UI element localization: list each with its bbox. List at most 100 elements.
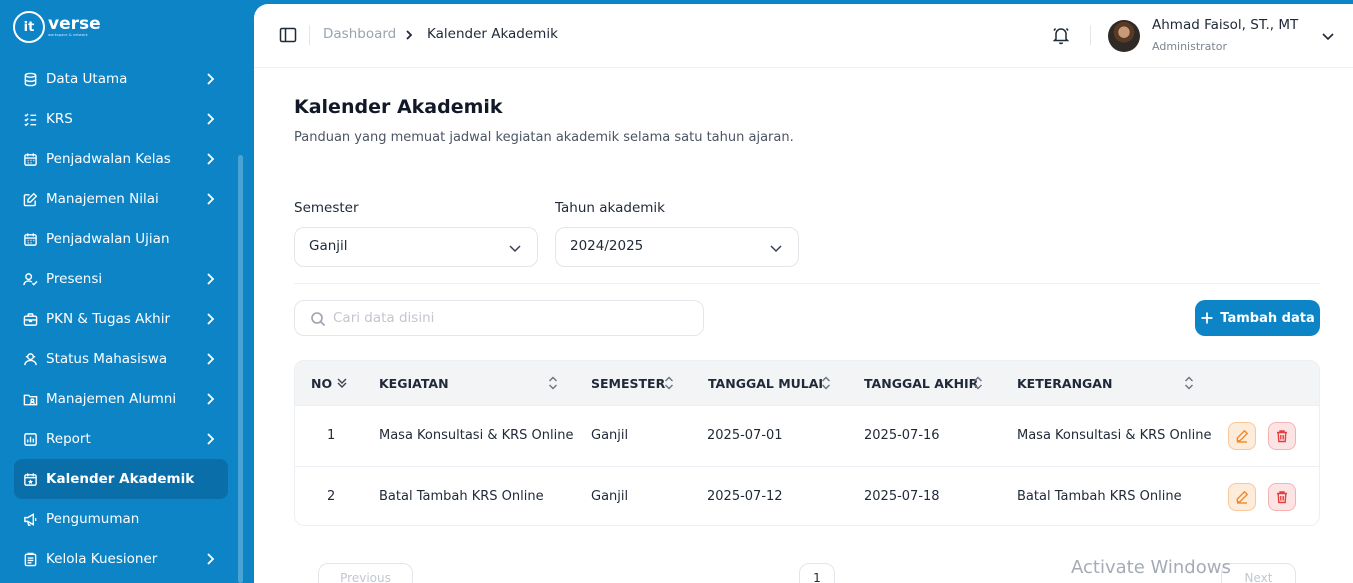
column-header-keterangan[interactable]: KETERANGAN	[1017, 376, 1112, 391]
logo-mark: it	[13, 11, 45, 43]
sidebar-item-label: Data Utama	[46, 71, 128, 87]
sort-icon[interactable]	[547, 376, 559, 390]
cell-semester: Ganjil	[591, 428, 629, 443]
add-data-label: Tambah data	[1220, 310, 1315, 326]
column-header-semester[interactable]: SEMESTER	[591, 376, 665, 391]
search-input[interactable]	[333, 307, 693, 329]
cell-tanggal-akhir: 2025-07-16	[864, 428, 940, 443]
column-header-tanggal-akhir[interactable]: TANGGAL AKHIR	[864, 376, 978, 391]
column-header-no[interactable]: NO	[311, 376, 332, 391]
sidebar-item-pengumuman[interactable]: Pengumuman	[14, 499, 228, 539]
chevron-right-icon	[207, 153, 215, 165]
cell-tanggal-mulai: 2025-07-01	[707, 428, 783, 443]
tahun-akademik-value: 2024/2025	[570, 238, 644, 254]
add-data-button[interactable]: Tambah data	[1195, 300, 1320, 336]
pencil-icon	[1236, 490, 1249, 504]
semester-select[interactable]: Ganjil	[294, 227, 538, 267]
sort-desc-icon[interactable]	[336, 376, 348, 390]
cell-tanggal-mulai: 2025-07-12	[707, 489, 783, 504]
search-box[interactable]	[294, 300, 704, 336]
sidebar-item-data-utama[interactable]: Data Utama	[14, 59, 228, 99]
topbar-divider	[1090, 25, 1091, 45]
chevron-right-icon	[207, 433, 215, 445]
pagination-previous[interactable]: Previous	[318, 563, 413, 583]
calendar-star-icon	[22, 471, 38, 487]
user-role: Administrator	[1152, 40, 1227, 53]
chevron-right-icon	[207, 313, 215, 325]
sidebar-item-krs[interactable]: KRS	[14, 99, 228, 139]
sidebar-item-label: Penjadwalan Ujian	[46, 231, 170, 247]
chevron-right-icon	[207, 73, 215, 85]
cell-no: 1	[327, 428, 336, 443]
sidebar-item-presensi[interactable]: Presensi	[14, 259, 228, 299]
user-check-icon	[22, 271, 38, 287]
topbar-divider	[309, 25, 310, 45]
column-header-tanggal-mulai[interactable]: TANGGAL MULAI	[708, 376, 823, 391]
sidebar-item-pkn-tugas-akhir[interactable]: PKN & Tugas Akhir	[14, 299, 228, 339]
sidebar-item-kelola-kuesioner[interactable]: Kelola Kuesioner	[14, 539, 228, 579]
cell-tanggal-akhir: 2025-07-18	[864, 489, 940, 504]
sort-icon[interactable]	[972, 376, 984, 390]
sidebar-item-report[interactable]: Report	[14, 419, 228, 459]
sidebar-item-manajemen-nilai[interactable]: Manajemen Nilai	[14, 179, 228, 219]
sidebar-item-penjadwalan-kelas[interactable]: Penjadwalan Kelas	[14, 139, 228, 179]
sidebar-item-label: PKN & Tugas Akhir	[46, 311, 171, 327]
data-table: NO KEGIATAN SEMESTER TANGGAL MULAI TANGG…	[294, 360, 1320, 526]
sidebar-item-penjadwalan-ujian[interactable]: Penjadwalan Ujian	[14, 219, 228, 259]
sidebar-item-label: KRS	[46, 111, 73, 127]
sidebar-item-label: Presensi	[46, 271, 103, 287]
sidebar-item-label: Kalender Akademik	[46, 471, 195, 487]
edit-button[interactable]	[1228, 483, 1256, 511]
chevron-right-icon	[207, 273, 215, 285]
pagination-page[interactable]: 1	[799, 563, 835, 583]
app-logo[interactable]: it verse workspace & network	[13, 11, 101, 43]
delete-button[interactable]	[1268, 483, 1296, 511]
pagination-next[interactable]: Next	[1221, 563, 1296, 583]
calendar-icon	[22, 231, 38, 247]
sidebar-item-status-mahasiswa[interactable]: Status Mahasiswa	[14, 339, 228, 379]
edit-button[interactable]	[1228, 422, 1256, 450]
clipboard-icon	[22, 551, 38, 567]
sort-icon[interactable]	[1183, 376, 1195, 390]
plus-icon	[1201, 312, 1213, 324]
breadcrumb-chevron-icon	[406, 30, 413, 40]
sidebar: it verse workspace & network Data Utama …	[0, 0, 254, 583]
user-status-icon	[22, 351, 38, 367]
sidebar-item-label: Manajemen Alumni	[46, 391, 177, 407]
sidebar-item-label: Status Mahasiswa	[46, 351, 168, 367]
sidebar-nav: Data Utama KRS Penjadwalan Kelas Manajem…	[14, 59, 228, 579]
sidebar-scrollbar[interactable]	[238, 155, 243, 583]
briefcase-icon	[22, 311, 38, 327]
report-icon	[22, 431, 38, 447]
chevron-down-icon[interactable]	[1320, 28, 1336, 44]
database-icon	[22, 71, 38, 87]
edit-icon	[22, 191, 38, 207]
breadcrumb-current: Kalender Akademik	[427, 26, 558, 42]
tahun-akademik-select[interactable]: 2024/2025	[555, 227, 799, 267]
sidebar-item-manajemen-alumni[interactable]: Manajemen Alumni	[14, 379, 228, 419]
cell-no: 2	[327, 489, 336, 504]
calendar-icon	[22, 151, 38, 167]
sidebar-item-kalender-akademik[interactable]: Kalender Akademik	[14, 459, 228, 499]
notification-bell-icon[interactable]	[1051, 25, 1071, 45]
sidebar-toggle-icon[interactable]	[279, 26, 297, 44]
sort-icon[interactable]	[663, 376, 675, 390]
user-name: Ahmad Faisol, ST., MT	[1152, 17, 1299, 33]
folder-user-icon	[22, 391, 38, 407]
chevron-right-icon	[207, 553, 215, 565]
semester-value: Ganjil	[309, 238, 348, 254]
column-header-kegiatan[interactable]: KEGIATAN	[379, 376, 449, 391]
avatar[interactable]	[1108, 20, 1140, 52]
breadcrumb-dashboard[interactable]: Dashboard	[323, 26, 396, 42]
sidebar-item-label: Kelola Kuesioner	[46, 551, 158, 567]
delete-button[interactable]	[1268, 422, 1296, 450]
sort-icon[interactable]	[820, 376, 832, 390]
cell-kegiatan: Batal Tambah KRS Online	[379, 489, 544, 504]
table-row: 1 Masa Konsultasi & KRS Online Ganjil 20…	[295, 405, 1319, 466]
table-row: 2 Batal Tambah KRS Online Ganjil 2025-07…	[295, 466, 1319, 525]
cell-keterangan: Batal Tambah KRS Online	[1017, 489, 1182, 504]
logo-tagline: workspace & network	[48, 33, 88, 38]
chevron-right-icon	[207, 113, 215, 125]
sidebar-item-label: Manajemen Nilai	[46, 191, 159, 207]
tahun-akademik-label: Tahun akademik	[555, 200, 665, 216]
